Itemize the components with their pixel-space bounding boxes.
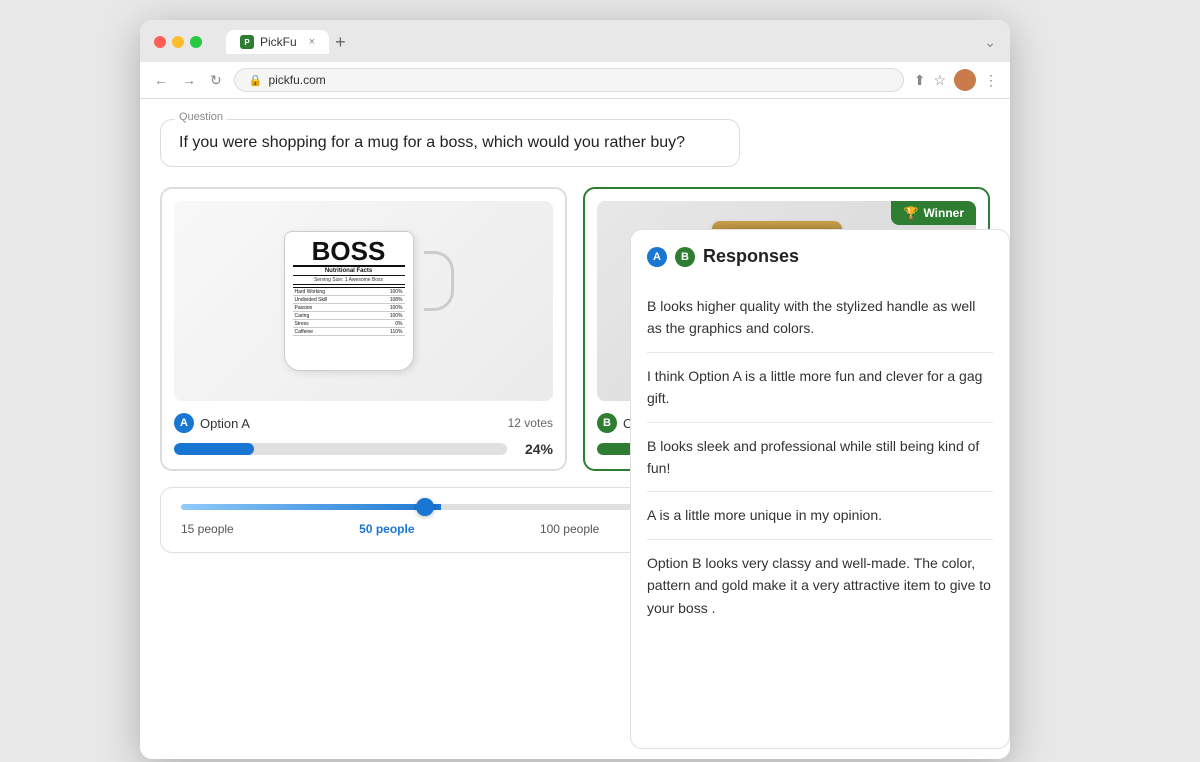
slider-label-100[interactable]: 100 people	[540, 522, 599, 536]
option-a-progress-bar-bg	[174, 443, 507, 455]
mug-a-handle	[424, 251, 454, 311]
tab-bar: P PickFu × +	[226, 30, 974, 54]
option-a-card: BOSS Nutritional Facts Serving Size: 1 A…	[160, 187, 567, 471]
page-content: Question If you were shopping for a mug …	[140, 99, 1010, 759]
responses-badge-b: B	[675, 247, 695, 267]
response-item-1: B looks higher quality with the stylized…	[647, 283, 993, 353]
more-options-icon[interactable]: ⋮	[984, 72, 998, 89]
browser-actions: ⬆ ☆ ⋮	[914, 69, 998, 91]
back-button[interactable]: ←	[152, 70, 170, 90]
mug-boss-text: BOSS	[293, 238, 405, 264]
close-button[interactable]	[154, 36, 166, 48]
bookmark-icon[interactable]: ☆	[933, 72, 946, 89]
slider-label-50[interactable]: 50 people	[359, 522, 414, 536]
response-item-4: A is a little more unique in my opinion.	[647, 492, 993, 539]
option-a-percent: 24%	[517, 441, 553, 457]
question-label: Question	[175, 111, 227, 123]
option-a-label: A Option A	[174, 413, 250, 433]
slider-thumb[interactable]	[416, 498, 434, 516]
browser-window: P PickFu × + ⌄ ← → ↻ 🔒 pickfu.com ⬆ ☆ ⋮ …	[140, 20, 1010, 759]
forward-button[interactable]: →	[180, 70, 198, 90]
winner-label: Winner	[923, 206, 964, 220]
refresh-button[interactable]: ↻	[208, 70, 224, 91]
mug-a-label: BOSS Nutritional Facts Serving Size: 1 A…	[285, 232, 413, 342]
option-a-name: Option A	[200, 416, 250, 431]
response-item-3: B looks sleek and professional while sti…	[647, 423, 993, 493]
option-a-image: BOSS Nutritional Facts Serving Size: 1 A…	[174, 201, 553, 401]
option-b-badge: B	[597, 413, 617, 433]
response-item-5: Option B looks very classy and well-made…	[647, 540, 993, 631]
option-a-progress-fill	[174, 443, 254, 455]
tab-label: PickFu	[260, 35, 297, 49]
url-text: pickfu.com	[268, 73, 325, 87]
chevron-down-icon[interactable]: ⌄	[984, 34, 996, 51]
mug-nutritional-title: Nutritional Facts	[293, 265, 405, 276]
active-tab[interactable]: P PickFu ×	[226, 30, 329, 54]
response-item-2: I think Option A is a little more fun an…	[647, 353, 993, 423]
slider-label-15[interactable]: 15 people	[181, 522, 234, 536]
address-bar-row: ← → ↻ 🔒 pickfu.com ⬆ ☆ ⋮	[140, 62, 1010, 99]
nutrition-rows: Hard Working100% Undivided Skill108% Pas…	[293, 287, 405, 336]
option-a-progress: 24%	[174, 441, 553, 457]
user-avatar[interactable]	[954, 69, 976, 91]
new-tab-button[interactable]: +	[335, 33, 346, 51]
lock-icon: 🔒	[249, 74, 263, 87]
share-icon[interactable]: ⬆	[914, 72, 926, 89]
maximize-button[interactable]	[190, 36, 202, 48]
tab-favicon: P	[240, 35, 254, 49]
option-a-badge: A	[174, 413, 194, 433]
mug-a-visual: BOSS Nutritional Facts Serving Size: 1 A…	[274, 221, 454, 381]
responses-header: A B Responses	[647, 246, 993, 267]
browser-titlebar: P PickFu × + ⌄	[140, 20, 1010, 62]
minimize-button[interactable]	[172, 36, 184, 48]
trophy-icon: 🏆	[903, 206, 918, 220]
address-bar[interactable]: 🔒 pickfu.com	[234, 68, 904, 92]
responses-panel: A B Responses B looks higher quality wit…	[630, 229, 1010, 749]
option-a-votes: 12 votes	[508, 416, 553, 430]
responses-badge-a: A	[647, 247, 667, 267]
traffic-lights	[154, 36, 202, 48]
question-box: Question If you were shopping for a mug …	[160, 119, 740, 167]
question-text: If you were shopping for a mug for a bos…	[179, 134, 685, 151]
tab-close-icon[interactable]: ×	[309, 36, 315, 48]
option-a-footer: A Option A 12 votes	[174, 413, 553, 433]
mug-a-body: BOSS Nutritional Facts Serving Size: 1 A…	[284, 231, 414, 371]
winner-badge: 🏆 Winner	[891, 201, 976, 225]
responses-title: Responses	[703, 246, 799, 267]
